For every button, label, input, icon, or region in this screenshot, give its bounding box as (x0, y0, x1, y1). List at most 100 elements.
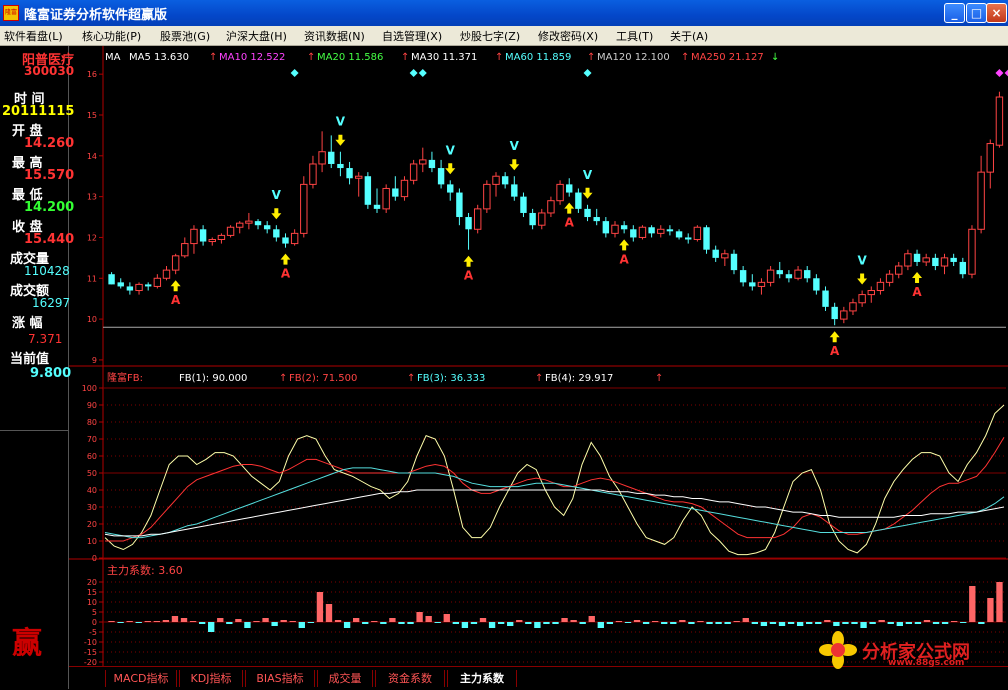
candle-body-up (171, 255, 180, 271)
candle-body-up (611, 224, 619, 234)
power-bar (688, 622, 695, 624)
minimize-button[interactable]: _ (944, 3, 965, 23)
power-bar (869, 622, 876, 624)
buy-arrow-icon (564, 202, 575, 214)
power-tick-label: 15 (87, 588, 97, 597)
buy-arrow-icon (619, 239, 630, 251)
fb-series-line (104, 489, 1005, 537)
tab-main-force[interactable]: 主力系数 (447, 670, 517, 687)
power-bar (796, 622, 804, 626)
fb-tick-label: 10 (87, 537, 97, 546)
candle-body-down (575, 192, 582, 209)
app-logo-icon[interactable]: 隆富 (3, 5, 19, 21)
candle-body-down (749, 282, 756, 287)
power-tick-label: 5 (92, 608, 97, 617)
title-bar: 隆富 隆富证券分析软件超赢版 _ □ × (0, 0, 1008, 26)
watermark-url: www.88gs.com (888, 658, 965, 668)
candle-body-up (236, 222, 244, 228)
power-bar (543, 622, 550, 624)
chart-area[interactable]: MA MA5 13.630 ↑ MA10 12.522 ↑ MA20 11.586 ↑ MA3… (69, 46, 1008, 667)
power-bar (597, 622, 604, 628)
close-button[interactable]: × (986, 3, 1007, 23)
power-bar (624, 622, 632, 623)
power-bar (117, 622, 124, 623)
amount-value: 16297 (32, 296, 71, 310)
menu-about[interactable]: 关于(A) (670, 28, 708, 44)
power-bar (815, 622, 822, 624)
candle-body-up (657, 228, 665, 234)
diamond-marker-icon (409, 69, 418, 77)
candle-body-up (693, 226, 702, 240)
candle-body-down (566, 184, 573, 193)
tab-fund-coefficient[interactable]: 资金系数 (375, 670, 445, 687)
price-tick-label: 16 (87, 70, 97, 79)
power-header-label: 主力系数: 3.60 (107, 564, 183, 577)
candle-body-down (593, 217, 600, 222)
candle-body-down (501, 176, 509, 185)
menu-news-data[interactable]: 资讯数据(N) (304, 28, 365, 44)
candle-body-up (895, 265, 903, 275)
candle-body-down (785, 274, 793, 279)
power-bar (932, 622, 940, 624)
power-tick-label: 20 (87, 578, 97, 587)
candle-body-up (162, 269, 171, 279)
change-value: 7.371 (28, 332, 63, 346)
power-bar (325, 604, 333, 622)
menu-software-view[interactable]: 软件看盘(L) (4, 28, 63, 44)
power-bar (162, 620, 170, 622)
fb-header-arrow: ↑ (655, 373, 663, 384)
menu-watchlist[interactable]: 自选管理(X) (382, 28, 442, 44)
power-bar (262, 618, 269, 622)
power-bar (887, 622, 894, 624)
candle-body-up (300, 183, 308, 234)
candle-body-up (492, 175, 500, 185)
chart-canvas[interactable]: MA MA5 13.630 ↑ MA10 12.522 ↑ MA20 11.586 ↑ MA3… (69, 46, 1008, 667)
menu-change-password[interactable]: 修改密码(X) (538, 28, 598, 44)
open-value: 14.260 (24, 136, 75, 151)
power-bar (217, 618, 224, 622)
tab-macd[interactable]: MACD指标 (105, 670, 177, 687)
menu-tools[interactable]: 工具(T) (616, 28, 653, 44)
candle-body-down (282, 237, 289, 244)
candle-body-up (638, 226, 647, 238)
diamond-marker-icon (583, 69, 592, 77)
power-bar (914, 622, 922, 624)
flower-logo-icon (819, 631, 857, 669)
fb-tick-label: 20 (87, 520, 97, 529)
candle-body-down (813, 278, 820, 291)
menu-seven-words[interactable]: 炒股七字(Z) (460, 28, 520, 44)
candle-body-down (529, 212, 536, 226)
fb-header-arrow: ↑ (407, 373, 415, 384)
power-bar (697, 621, 704, 622)
candle-body-up (940, 257, 949, 267)
tab-kdj[interactable]: KDJ指标 (179, 670, 243, 687)
fb-header-arrow: ↑ (535, 373, 543, 384)
candle-body-down (117, 282, 124, 287)
menu-core-functions[interactable]: 核心功能(P) (82, 28, 141, 44)
candle-body-up (382, 187, 390, 210)
power-bar (488, 622, 496, 628)
power-tick-label: -15 (84, 648, 97, 657)
tab-volume[interactable]: 成交量 (317, 670, 373, 687)
power-bar (960, 622, 967, 623)
menu-shanghai-shenzhen[interactable]: 沪深大盘(H) (226, 28, 287, 44)
menu-stock-pool[interactable]: 股票池(G) (160, 28, 210, 44)
candle-body-down (602, 221, 610, 234)
power-bar (661, 622, 668, 624)
power-tick-label: 0 (92, 618, 97, 627)
watermark: 分析家公式网 www.88gs.com (810, 630, 1008, 670)
candle-body-down (346, 168, 353, 179)
tab-bias[interactable]: BIAS指标 (245, 670, 315, 687)
maximize-button[interactable]: □ (966, 3, 987, 23)
power-bar (769, 622, 777, 624)
power-bar (552, 622, 559, 624)
power-bar (724, 622, 731, 624)
diamond-marker-icon (290, 69, 299, 77)
candle-body-down (675, 231, 683, 238)
date-value: 20111115 (2, 104, 75, 119)
candle-body-down (620, 225, 628, 230)
sell-signal-label: V (272, 188, 282, 202)
candle-body-up (245, 220, 253, 224)
candle-body-up (867, 290, 875, 296)
candle-body-down (831, 306, 838, 320)
